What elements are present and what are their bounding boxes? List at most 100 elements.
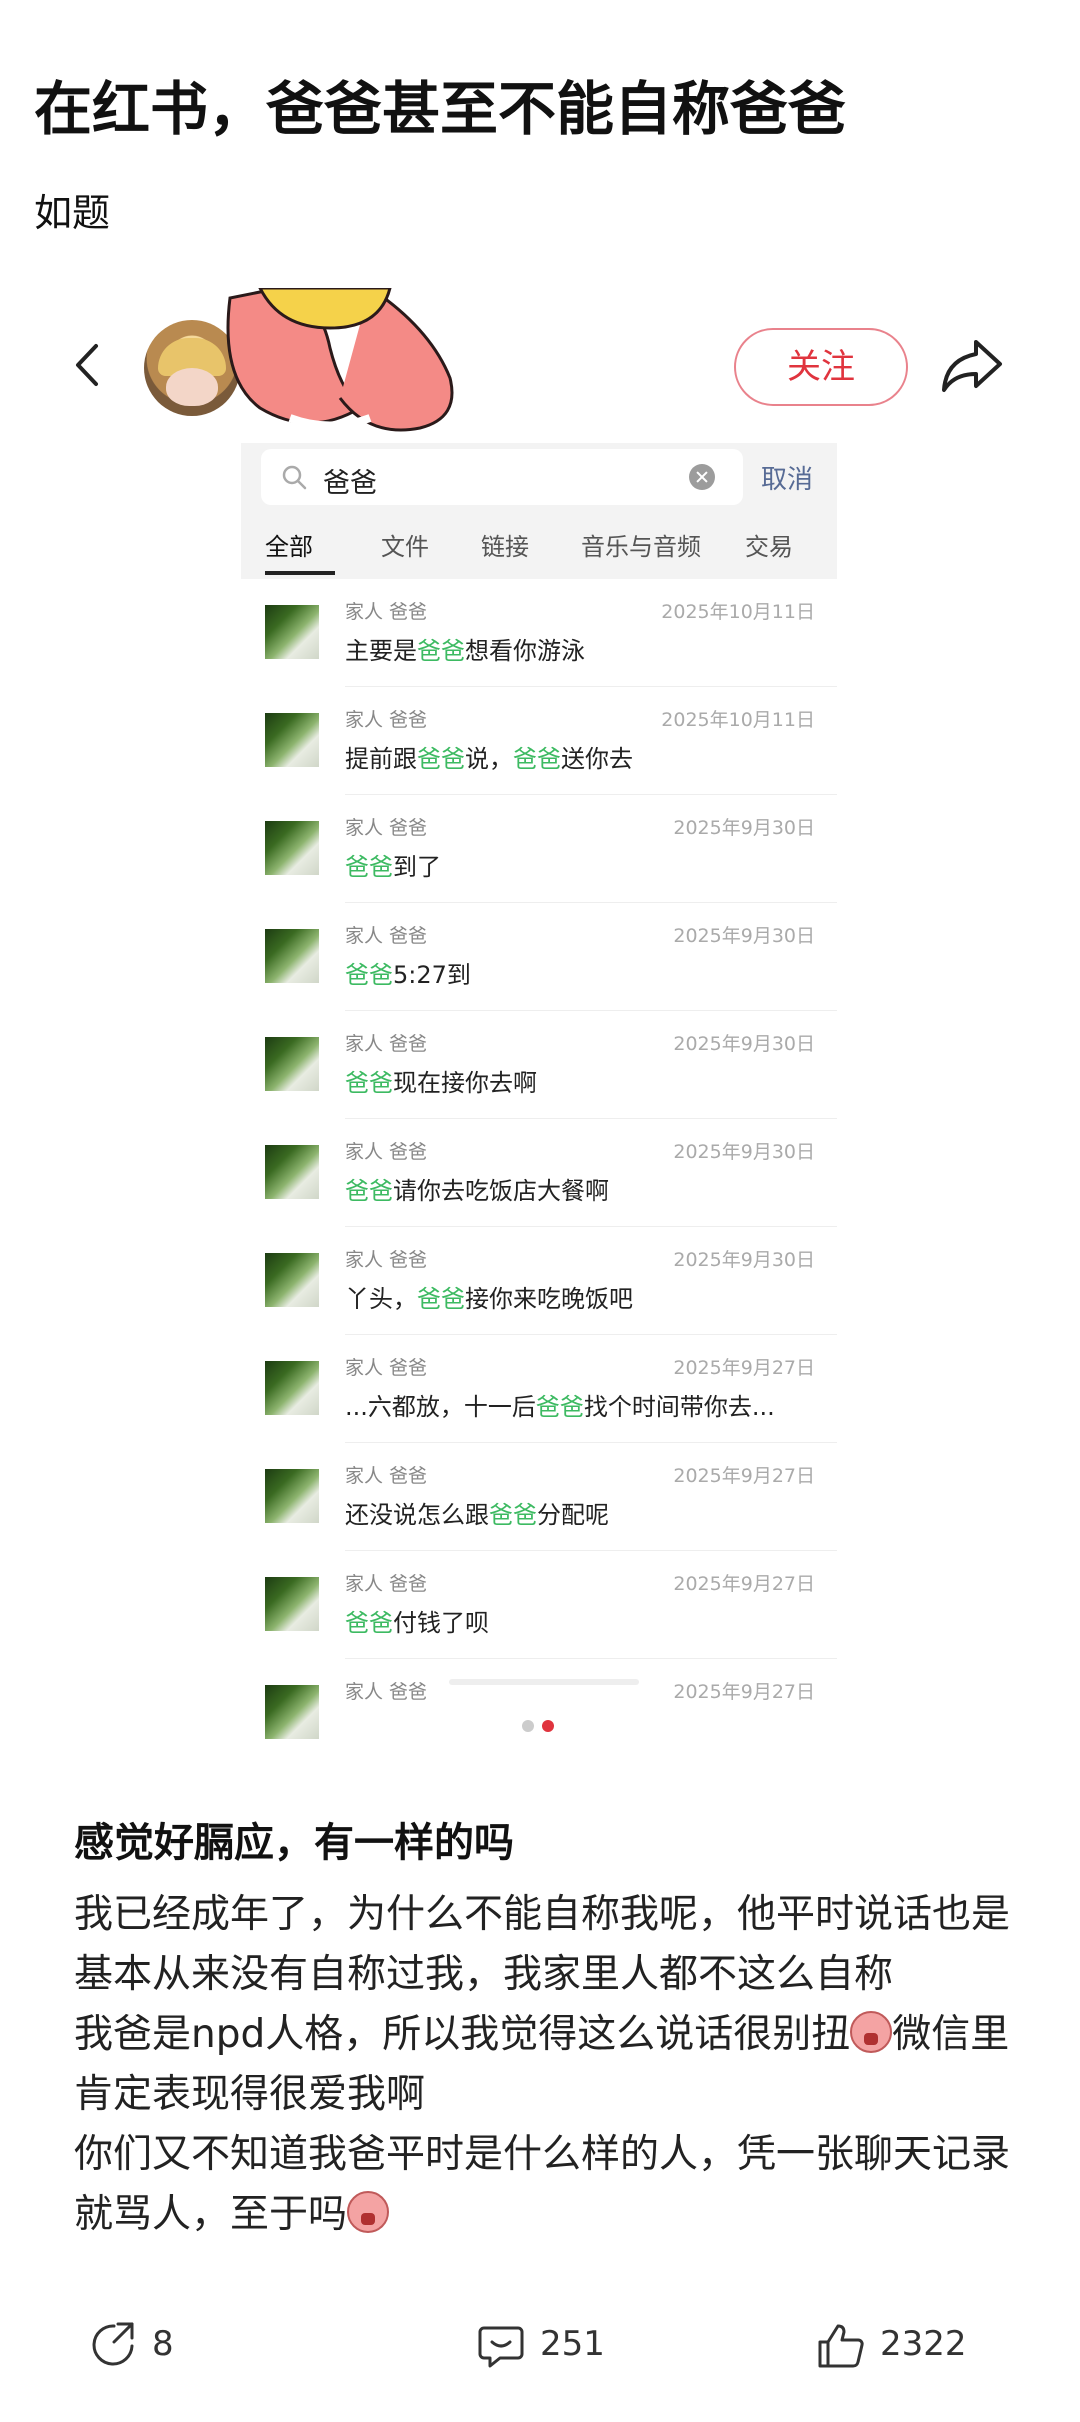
tab-links[interactable]: 链接 [481, 527, 529, 562]
wechat-search-query: 爸爸 [323, 468, 377, 499]
post-paragraph-1: 我已经成年了，为什么不能自称我呢，他平时说话也是基本从来没有自称过我，我家里人都… [74, 1892, 1011, 1997]
search-result-row[interactable]: 家人 爸爸 2025年9月27日 ...六都放，十一后爸爸找个时间带你去... [241, 1335, 837, 1443]
message-date: 2025年9月30日 [673, 817, 815, 839]
contact-name: 家人 爸爸 [345, 1573, 428, 1595]
tab-files[interactable]: 文件 [381, 527, 429, 562]
thumbs-up-icon [818, 2324, 864, 2368]
contact-avatar [265, 1361, 319, 1415]
message-text: 主要是 [345, 637, 417, 665]
angry-face-icon [850, 2011, 893, 2053]
wechat-tabs: 全部 文件 链接 音乐与音频 交易 [241, 511, 837, 575]
share-icon[interactable] [940, 336, 1004, 394]
tab-all[interactable]: 全部 [265, 527, 313, 562]
contact-name: 家人 爸爸 [345, 1141, 428, 1163]
message-date: 2025年9月27日 [673, 1681, 815, 1703]
search-result-row[interactable]: 家人 爸爸 2025年9月30日爸爸到了 [241, 795, 837, 903]
contact-name: 家人 爸爸 [345, 817, 428, 839]
back-arrow-icon[interactable] [64, 340, 114, 390]
message-preview: 爸爸现在接你去啊 [345, 1063, 537, 1098]
loading-bar [449, 1679, 639, 1685]
page-indicator [522, 1720, 572, 1734]
contact-avatar [265, 821, 319, 875]
message-date: 2025年10月11日 [661, 601, 815, 623]
highlighted-keyword: 爸爸 [417, 745, 465, 773]
message-text: 到了 [393, 853, 441, 881]
search-result-row[interactable]: 家人 爸爸 2025年10月11日 提前跟爸爸说，爸爸送你去 [241, 687, 837, 795]
search-result-row-partial[interactable]: 家人 爸爸 2025年9月27日 [241, 1659, 837, 1755]
action-bar: 8 251 2322 [0, 2290, 1080, 2400]
message-date: 2025年9月30日 [673, 1249, 815, 1271]
message-preview: 主要是爸爸想看你游泳 [345, 631, 585, 666]
follow-button[interactable]: 关注 [734, 328, 908, 406]
contact-avatar [265, 1577, 319, 1631]
post-body-text: 我已经成年了，为什么不能自称我呢，他平时说话也是基本从来没有自称过我，我家里人都… [74, 1885, 1034, 2245]
message-preview: 提前跟爸爸说，爸爸送你去 [345, 739, 633, 774]
message-preview: 爸爸付钱了呗 [345, 1603, 489, 1638]
contact-name: 家人 爸爸 [345, 709, 428, 731]
contact-name: 家人 爸爸 [345, 925, 428, 947]
embedded-header: 关注 [34, 288, 1046, 443]
highlighted-keyword: 爸爸 [345, 961, 393, 989]
search-result-row[interactable]: 家人 爸爸 2025年9月30日丫头，爸爸接你来吃晚饭吧 [241, 1227, 837, 1335]
message-text: 接你来吃晚饭吧 [465, 1285, 633, 1313]
message-preview: 丫头，爸爸接你来吃晚饭吧 [345, 1279, 633, 1314]
message-preview: ...六都放，十一后爸爸找个时间带你去... [345, 1387, 775, 1422]
message-date: 2025年9月30日 [673, 1033, 815, 1055]
search-result-row[interactable]: 家人 爸爸 2025年9月30日爸爸请你去吃饭店大餐啊 [241, 1119, 837, 1227]
highlighted-keyword: 爸爸 [489, 1501, 537, 1529]
message-text: 付钱了呗 [393, 1609, 489, 1637]
highlighted-keyword: 爸爸 [417, 637, 465, 665]
wechat-cancel-button[interactable]: 取消 [761, 459, 813, 496]
search-result-row[interactable]: 家人 爸爸 2025年9月27日 爸爸付钱了呗 [241, 1551, 837, 1659]
contact-avatar [265, 605, 319, 659]
contact-name: 家人 爸爸 [345, 601, 428, 623]
contact-avatar [265, 1037, 319, 1091]
tab-transactions[interactable]: 交易 [745, 527, 793, 562]
message-text: 找个时间带你去... [583, 1393, 775, 1421]
active-tab-indicator [265, 571, 335, 575]
message-text: 分配呢 [537, 1501, 609, 1529]
search-result-row[interactable]: 家人 爸爸 2025年10月11日主要是爸爸想看你游泳 [241, 579, 837, 687]
message-date: 2025年9月27日 [673, 1357, 815, 1379]
highlighted-keyword: 爸爸 [417, 1285, 465, 1313]
message-text: 请你去吃饭店大餐啊 [393, 1177, 609, 1205]
tab-music[interactable]: 音乐与音频 [581, 527, 701, 562]
search-result-row[interactable]: 家人 爸爸 2025年9月30日 爸爸5:27到 [241, 903, 837, 1011]
post-paragraph-3: 你们又不知道我爸平时是什么样的人，凭一张聊天记录就骂人，至于吗 [74, 2132, 1011, 2237]
highlighted-keyword: 爸爸 [345, 1609, 393, 1637]
share-count: 8 [152, 2324, 174, 2364]
message-text: 丫头， [345, 1285, 417, 1313]
highlighted-keyword: 爸爸 [345, 1177, 393, 1205]
page-dot-2[interactable] [542, 1720, 554, 1732]
message-preview: 爸爸请你去吃饭店大餐啊 [345, 1171, 609, 1206]
contact-name: 家人 爸爸 [345, 1681, 428, 1703]
message-text: 送你去 [561, 745, 633, 773]
repost-icon [92, 2322, 134, 2366]
contact-avatar [265, 1685, 319, 1739]
post-body-heading: 感觉好膈应，有一样的吗 [74, 1820, 514, 1866]
highlighted-keyword: 爸爸 [345, 1069, 393, 1097]
contact-name: 家人 爸爸 [345, 1249, 428, 1271]
message-preview: 爸爸到了 [345, 847, 441, 882]
search-icon [282, 465, 307, 490]
highlighted-keyword: 爸爸 [535, 1393, 584, 1421]
page-dot-1[interactable] [522, 1720, 534, 1732]
sticker-decoration [226, 288, 454, 432]
message-text: 提前跟 [345, 745, 417, 773]
contact-avatar [265, 929, 319, 983]
message-preview: 爸爸5:27到 [345, 955, 471, 990]
message-text: 5:27到 [393, 961, 471, 989]
clear-icon[interactable] [689, 464, 715, 490]
search-result-row[interactable]: 家人 爸爸 2025年9月27日 还没说怎么跟爸爸分配呢 [241, 1443, 837, 1551]
contact-name: 家人 爸爸 [345, 1033, 428, 1055]
message-preview: 还没说怎么跟爸爸分配呢 [345, 1495, 609, 1530]
contact-avatar [265, 1253, 319, 1307]
embedded-screenshot[interactable]: 关注 爸爸 取消 全部 文件 链接 音乐与音频 交易 家人 爸爸 2025年10… [34, 288, 1046, 1773]
contact-avatar [265, 713, 319, 767]
wechat-search-header: 爸爸 取消 全部 文件 链接 音乐与音频 交易 [241, 443, 837, 579]
contact-avatar [265, 1145, 319, 1199]
wechat-search-field[interactable]: 爸爸 [261, 449, 743, 505]
message-date: 2025年9月30日 [673, 1141, 815, 1163]
search-result-row[interactable]: 家人 爸爸 2025年9月30日爸爸现在接你去啊 [241, 1011, 837, 1119]
comment-icon [478, 2326, 524, 2368]
